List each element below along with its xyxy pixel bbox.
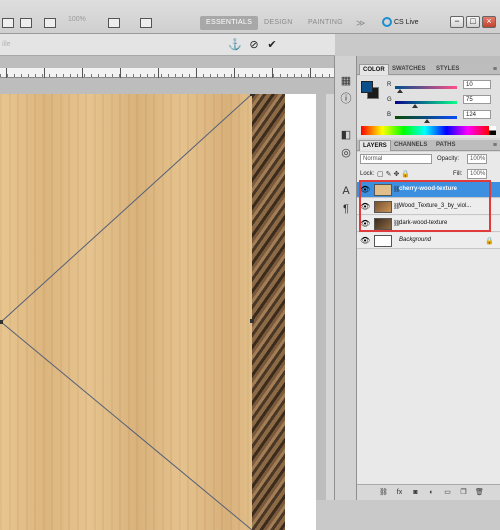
layer-name[interactable]: Background	[399, 237, 431, 243]
arrange-documents-icon[interactable]	[108, 18, 120, 28]
tab-paths[interactable]: PATHS	[433, 140, 458, 151]
tab-layers[interactable]: LAYERS	[359, 140, 391, 151]
bridge-icon[interactable]	[2, 18, 14, 28]
panel-collapse-bar[interactable]	[357, 56, 500, 64]
tab-channels[interactable]: CHANNELS	[391, 140, 430, 151]
layers-footer: ⛓ fx ◙ ◐ ▭ ❐ 🗑	[357, 484, 500, 500]
commit-transform-icon[interactable]: ✔	[266, 39, 278, 51]
green-value[interactable]: 75	[463, 95, 491, 104]
layers-panel-tabs: LAYERS CHANNELS PATHS ≡	[357, 140, 500, 151]
view-extras-icon[interactable]	[44, 18, 56, 28]
lock-icon: 🔒	[485, 238, 494, 245]
blend-mode-select[interactable]: Normal	[360, 154, 432, 164]
opacity-label: Opacity:	[437, 156, 460, 162]
transform-bounding-lines[interactable]	[0, 94, 316, 530]
panel-menu-icon[interactable]: ≡	[493, 64, 497, 75]
delete-layer-icon[interactable]: 🗑	[475, 488, 484, 497]
cs-live-button[interactable]: CS Live	[382, 17, 419, 27]
add-mask-icon[interactable]: ◙	[411, 488, 420, 497]
layer-row-background[interactable]: 👁 Background 🔒	[357, 233, 500, 249]
green-slider-knob[interactable]	[412, 104, 418, 108]
cs-live-label: CS Live	[394, 18, 419, 26]
visibility-eye-icon[interactable]: 👁	[360, 237, 370, 245]
lock-icons[interactable]: ▢✎✥🔒	[377, 170, 412, 178]
minimize-button[interactable]: −	[450, 16, 464, 28]
cancel-transform-icon[interactable]: ⊘	[248, 39, 260, 51]
application-bar: 100% ESSENTIALS DESIGN PAINTING ≫ CS Liv…	[0, 0, 500, 34]
masks-icon[interactable]: ◎	[339, 146, 353, 160]
horizontal-ruler	[0, 68, 334, 78]
blue-value[interactable]: 124	[463, 110, 491, 119]
info-icon[interactable]: ⓘ	[339, 92, 353, 106]
workspace-painting[interactable]: PAINTING	[302, 16, 349, 30]
workspace-essentials[interactable]: ESSENTIALS	[200, 16, 259, 30]
adjustment-layer-icon[interactable]: ◐	[427, 488, 436, 497]
options-ghost-text: ille	[2, 41, 11, 48]
tab-styles[interactable]: STYLES	[433, 64, 462, 75]
fill-field[interactable]: 100%	[467, 169, 487, 179]
tab-swatches[interactable]: SWATCHES	[389, 64, 429, 75]
layers-panel-menu-icon[interactable]: ≡	[493, 140, 497, 151]
red-slider-knob[interactable]	[397, 89, 403, 93]
link-layers-icon[interactable]: ⛓	[379, 488, 388, 497]
red-slider[interactable]	[395, 86, 457, 89]
layer-thumbnail	[374, 235, 392, 247]
lock-label: Lock:	[360, 171, 375, 177]
cs-live-icon	[382, 17, 392, 27]
green-slider[interactable]	[395, 101, 457, 104]
black-white-swatch[interactable]	[489, 126, 496, 135]
fill-label: Fill:	[453, 171, 463, 177]
maximize-button[interactable]: □	[466, 16, 480, 28]
panel-dock-strip: ▦ ⓘ ◧ ◎ A ¶	[334, 56, 357, 500]
vertical-scrollbar[interactable]	[326, 94, 334, 500]
blue-slider-knob[interactable]	[424, 119, 430, 123]
tab-color[interactable]: COLOR	[359, 64, 389, 75]
screen-mode-icon[interactable]	[140, 18, 152, 28]
green-label: G	[387, 97, 392, 103]
color-panel-tabs: COLOR SWATCHES STYLES ≡	[357, 64, 500, 75]
color-spectrum-bar[interactable]	[361, 126, 489, 135]
foreground-color-swatch[interactable]	[361, 81, 373, 93]
blue-label: B	[387, 112, 392, 118]
histogram-icon[interactable]: ▦	[339, 74, 353, 88]
zoom-level-dropdown[interactable]: 100%	[68, 16, 86, 23]
character-icon[interactable]: A	[339, 184, 353, 198]
document-window	[0, 56, 334, 530]
options-bar: ille ⚓ ⊘ ✔	[0, 34, 335, 56]
adjustments-icon[interactable]: ◧	[339, 128, 353, 142]
group-folder-icon[interactable]: ▭	[443, 488, 452, 497]
more-workspaces-button[interactable]: ≫	[350, 16, 372, 30]
highlight-annotation-box	[359, 180, 491, 232]
panels-column: COLOR SWATCHES STYLES ≡ R 10 G 75 B 124 …	[357, 56, 500, 500]
close-button[interactable]: ×	[482, 16, 496, 28]
workspace-design[interactable]: DESIGN	[258, 16, 299, 30]
new-layer-icon[interactable]: ❐	[459, 488, 468, 497]
layer-style-icon[interactable]: fx	[395, 488, 404, 497]
red-label: R	[387, 82, 392, 88]
opacity-field[interactable]: 100%	[467, 154, 487, 164]
mini-bridge-icon[interactable]	[20, 18, 32, 28]
anchor-icon[interactable]: ⚓	[228, 39, 242, 51]
paragraph-icon[interactable]: ¶	[339, 202, 353, 216]
red-value[interactable]: 10	[463, 80, 491, 89]
